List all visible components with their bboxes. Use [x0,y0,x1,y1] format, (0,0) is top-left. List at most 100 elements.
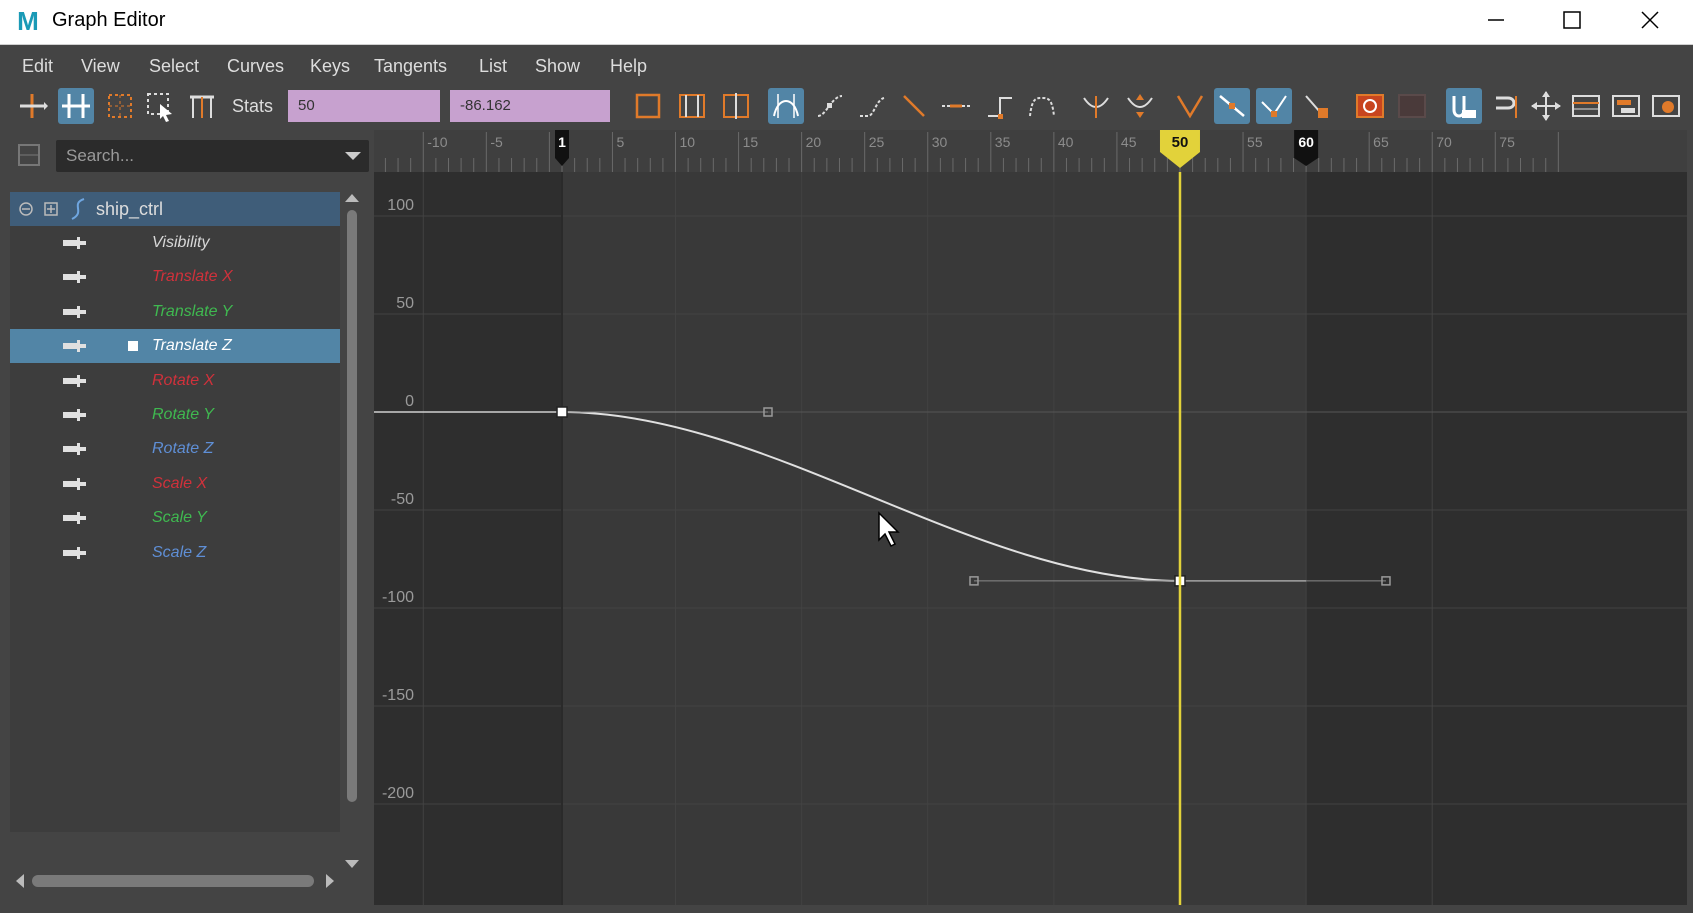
menu-show[interactable]: Show [535,48,580,84]
attribute-row[interactable]: Scale Z [10,536,340,570]
graph-view[interactable]: -10 -5 5 10 15 20 25 30 35 40 45 55 65 70 75 1 60 100 50 0… [374,130,1687,905]
attribute-label: Translate X [152,268,233,286]
search-box [56,140,369,172]
auto-load-button[interactable] [1352,88,1388,124]
frame-tick-label: 45 [1121,134,1137,150]
attribute-row[interactable]: Rotate X [10,364,340,398]
key-icon [63,271,86,284]
value-field[interactable]: -86.162 [450,90,610,122]
attribute-label: Rotate Y [152,406,214,423]
dope-sheet-button[interactable] [1568,88,1604,124]
load-selected-button[interactable] [1394,88,1430,124]
expand-all-icon[interactable] [43,201,59,217]
attribute-row[interactable]: Translate Z [10,329,340,364]
lock-tangent-weight-icon [1305,95,1328,118]
toolbar: Stats 50 -86.162 [6,84,1687,128]
close-icon [1641,11,1659,29]
lock-tangent-weight-button[interactable] [1298,88,1334,124]
move-key-button[interactable] [1528,88,1564,124]
attribute-row[interactable]: Scale X [10,467,340,501]
region-select-button[interactable] [142,88,178,124]
outliner-panel: ship_ctrl Visibility Translate X Translate… [10,130,369,905]
menu-edit[interactable]: Edit [22,48,53,84]
frame-playback-range-button[interactable] [674,88,710,124]
attribute-row[interactable]: Translate Y [10,295,340,329]
key-icon [63,340,86,353]
frame-tick-label: -10 [427,134,447,150]
plateau-tangent-button[interactable] [1024,88,1060,124]
key-icon [63,477,86,490]
filter-toggle[interactable] [16,142,42,168]
break-tangents-button[interactable] [1172,88,1208,124]
step-tangent-icon [988,97,1012,119]
frame-playback-icon [679,94,705,118]
linear-tangent-button[interactable] [896,88,932,124]
value-tick-label: -50 [391,491,414,508]
time-snap-icon [1452,96,1476,118]
center-current-time-button[interactable] [718,88,754,124]
menu-bar: Edit View Select Curves Keys Tangents Li… [6,48,1687,84]
buffer-curve-snapshot-button[interactable] [1078,88,1114,124]
plateau-tangent-icon [1029,96,1055,117]
frame-tick-label: 70 [1436,134,1452,150]
collapse-icon[interactable] [18,201,34,217]
lattice-deform-button[interactable] [102,88,138,124]
flat-tangent-icon [942,104,970,108]
move-nearest-key-button[interactable] [14,88,50,124]
maximize-button[interactable] [1536,0,1608,40]
dope-sheet-icon [1572,95,1600,117]
frame-all-icon [635,93,661,119]
value-tick-label: 0 [405,393,414,410]
attribute-row[interactable]: Translate X [10,260,340,294]
minimize-icon [1488,19,1504,21]
menu-tangents[interactable]: Tangents [374,48,447,84]
attribute-row[interactable]: Rotate Z [10,432,340,466]
nurbs-curve-icon [71,198,85,220]
value-snap-button[interactable] [1488,88,1524,124]
range-start-label: 1 [558,134,566,150]
free-tangent-weight-icon [1261,95,1287,117]
load-selected-icon [1398,94,1426,118]
stats-label: Stats [232,96,274,116]
frame-tick-label: 40 [1058,134,1074,150]
menu-select[interactable]: Select [149,48,199,84]
frame-field[interactable]: 50 [288,90,440,122]
auto-tangent-button[interactable] [768,88,804,124]
spline-tangent-button[interactable] [812,88,848,124]
insert-keys-button[interactable] [58,88,94,124]
chevron-down-icon[interactable] [345,149,361,163]
trax-editor-button[interactable] [1608,88,1644,124]
move-nearest-key-icon [20,94,48,118]
time-snap-button[interactable] [1446,88,1482,124]
attribute-row[interactable]: Visibility [10,226,340,260]
move-key-icon [1531,91,1561,121]
menu-keys[interactable]: Keys [310,48,350,84]
attribute-row[interactable]: Rotate Y [10,398,340,432]
search-input[interactable] [56,140,316,172]
scroll-down-icon [345,860,359,868]
minimize-button[interactable] [1460,0,1532,40]
clamped-tangent-button[interactable] [854,88,890,124]
time-editor-button[interactable] [1648,88,1684,124]
unify-tangents-button[interactable] [1214,88,1250,124]
free-tangent-weight-button[interactable] [1256,88,1292,124]
break-tangents-icon [1176,95,1204,119]
menu-list[interactable]: List [479,48,507,84]
graph-canvas[interactable]: -10 -5 5 10 15 20 25 30 35 40 45 55 65 70 75 1 60 100 50 0… [374,130,1687,905]
frame-all-button[interactable] [630,88,666,124]
flat-tangent-button[interactable] [938,88,974,124]
frame-tick-label: 15 [743,134,759,150]
lattice-deform-icon [108,94,132,118]
attribute-row[interactable]: Scale Y [10,501,340,535]
menu-help[interactable]: Help [610,48,647,84]
retime-button[interactable] [184,88,220,124]
step-tangent-button[interactable] [982,88,1018,124]
swap-buffer-curve-button[interactable] [1122,88,1158,124]
vertical-scrollbar[interactable] [343,192,361,872]
menu-curves[interactable]: Curves [227,48,284,84]
object-row[interactable]: ship_ctrl [10,192,340,226]
close-button[interactable] [1614,0,1686,40]
horizontal-scrollbar[interactable] [14,868,344,894]
value-snap-icon [1496,96,1517,118]
menu-view[interactable]: View [81,48,120,84]
